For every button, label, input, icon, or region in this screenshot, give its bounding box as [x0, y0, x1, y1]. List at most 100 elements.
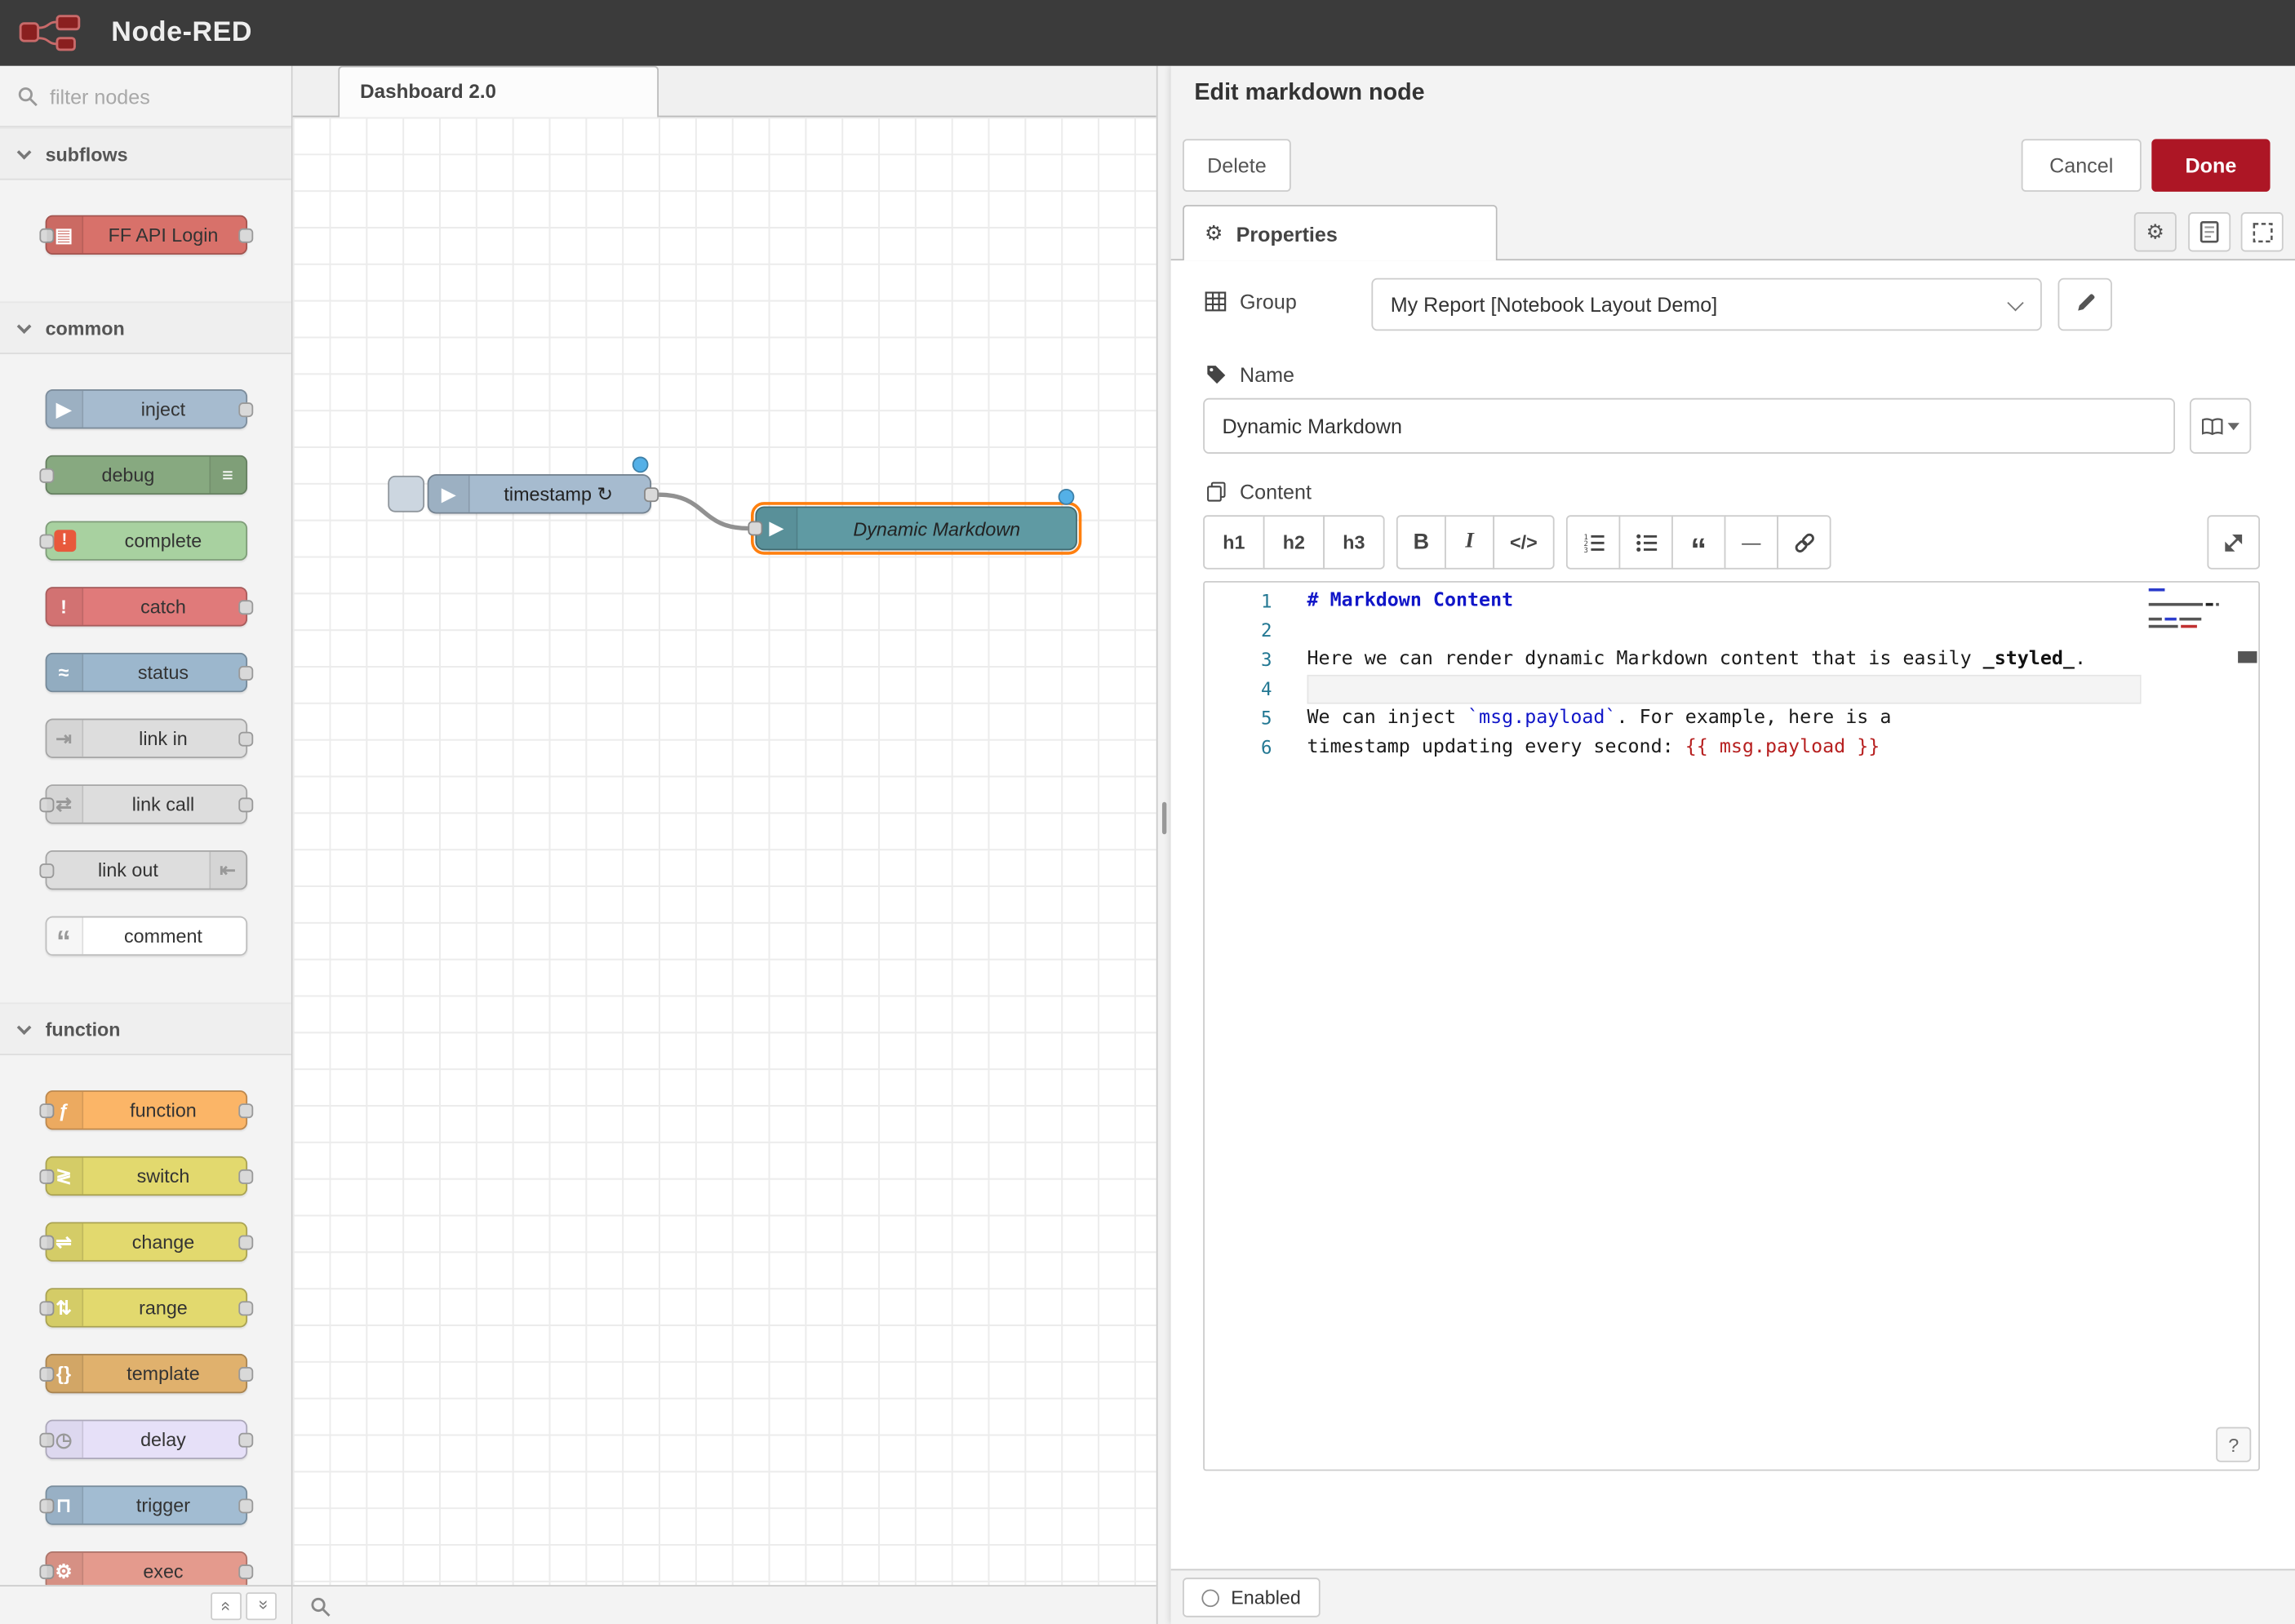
- link-in-icon: ⇥: [46, 720, 82, 757]
- palette-node-debug[interactable]: ≡ debug: [45, 455, 246, 495]
- typed-input-type-button[interactable]: [2190, 398, 2251, 454]
- done-button[interactable]: Done: [2151, 139, 2270, 192]
- minimap[interactable]: [2149, 588, 2234, 632]
- palette-search-input[interactable]: [50, 84, 255, 108]
- flow-node-timestamp[interactable]: ▶ timestamp ↻: [428, 474, 651, 513]
- palette-node-link-out[interactable]: ⇤ link out: [45, 850, 246, 890]
- md-b-button[interactable]: B: [1396, 515, 1446, 569]
- flow-node-dynamic-markdown[interactable]: ▶ Dynamic Markdown: [755, 507, 1077, 551]
- horizontal-rule-button[interactable]: —: [1725, 515, 1778, 569]
- node-palette: subflows ▤ FF API Login common ▶ inject …: [0, 66, 293, 1624]
- line-number[interactable]: 5: [1205, 704, 1272, 734]
- line-number[interactable]: 4: [1205, 675, 1272, 704]
- palette-search[interactable]: [0, 66, 291, 127]
- palette-node-switch[interactable]: ≷ switch: [45, 1156, 246, 1196]
- flow-canvas[interactable]: ▶ timestamp ↻ ▶ Dynamic Markdown: [293, 117, 1156, 1585]
- markdown-widget-icon: ▶: [757, 508, 797, 548]
- palette-node-delay[interactable]: ◷ delay: [45, 1420, 246, 1459]
- node-output-port: [237, 665, 252, 680]
- delete-button[interactable]: Delete: [1183, 139, 1291, 192]
- palette-node-status[interactable]: ≈ status: [45, 653, 246, 692]
- enabled-toggle-button[interactable]: Enabled: [1183, 1577, 1320, 1617]
- toolbar-gap: [1555, 515, 1566, 569]
- palette-node-link-in[interactable]: ⇥ link in: [45, 719, 246, 758]
- palette-category-subflows[interactable]: subflows: [0, 127, 291, 180]
- palette-node-link-call[interactable]: ⇄ link call: [45, 784, 246, 823]
- markdown-editor[interactable]: 1# Markdown Content23Here we can render …: [1203, 581, 2260, 1471]
- palette-node-trigger[interactable]: ⊓ trigger: [45, 1485, 246, 1524]
- palette-node-catch[interactable]: ! catch: [45, 587, 246, 626]
- tab-properties[interactable]: ⚙ Properties: [1183, 205, 1498, 260]
- zoom-search-button[interactable]: [303, 1591, 338, 1622]
- expand-all-button[interactable]: «: [246, 1591, 277, 1619]
- status-icon: ≈: [46, 654, 82, 691]
- template-icon: {}: [46, 1356, 82, 1392]
- inject-trigger-button[interactable]: [388, 476, 424, 512]
- chevron-down-icon: [17, 1019, 32, 1034]
- palette-categories: subflows ▤ FF API Login common ▶ inject …: [0, 127, 291, 1585]
- blockquote-button[interactable]: “: [1671, 515, 1725, 569]
- inject-icon: ▶: [428, 476, 469, 512]
- tab-dashboard-2.0[interactable]: Dashboard 2.0: [338, 66, 659, 118]
- node-appearance-button[interactable]: [2241, 212, 2284, 251]
- toolbar-gap: [1385, 515, 1396, 569]
- editor-help-button[interactable]: ?: [2216, 1427, 2251, 1462]
- palette-category: subflows ▤ FF API Login: [0, 127, 291, 301]
- group-select[interactable]: My Report [Notebook Layout Demo]: [1371, 278, 2041, 331]
- node-output-port: [237, 1564, 252, 1578]
- delay-icon: ◷: [46, 1421, 82, 1458]
- code-line: timestamp updating every second: {{ msg.…: [1307, 733, 2142, 762]
- node-output-port: [237, 1366, 252, 1381]
- link-button[interactable]: [1777, 515, 1831, 569]
- line-number[interactable]: 2: [1205, 616, 1272, 646]
- palette-category-list: ƒ function ≷ switch ⇌ change ⇅ range {} …: [0, 1055, 291, 1585]
- unordered-list-icon: [1634, 530, 1658, 554]
- line-number[interactable]: 1: [1205, 587, 1272, 616]
- link-call-icon: ⇄: [46, 786, 82, 823]
- workspace: Dashboard 2.0 ▶ timestamp ↻ ▶ Dynamic Ma…: [293, 66, 1156, 1624]
- collapse-all-button[interactable]: «: [211, 1591, 242, 1619]
- gear-icon: ⚙: [2146, 220, 2165, 244]
- edit-group-button[interactable]: [2058, 278, 2112, 331]
- palette-node-function[interactable]: ƒ function: [45, 1090, 246, 1129]
- md--button[interactable]: </>: [1493, 515, 1554, 569]
- palette-category-list: ▶ inject ≡ debug ! complete ! catch ≈ st…: [0, 354, 291, 1002]
- function-icon: ƒ: [46, 1092, 82, 1129]
- line-number[interactable]: 6: [1205, 733, 1272, 762]
- palette-category-common[interactable]: common: [0, 301, 291, 354]
- node-output-port: [237, 599, 252, 614]
- node-output-port[interactable]: [644, 486, 659, 501]
- md-h1-button[interactable]: h1: [1203, 515, 1264, 569]
- node-input-port[interactable]: [748, 521, 762, 535]
- palette-node-template[interactable]: {} template: [45, 1354, 246, 1393]
- palette-node-exec[interactable]: ⚙ exec: [45, 1551, 246, 1585]
- link-out-icon: ⇤: [209, 852, 246, 889]
- node-description-button[interactable]: [2188, 212, 2231, 251]
- palette-node-complete[interactable]: ! complete: [45, 521, 246, 560]
- editor-line: 1# Markdown Content: [1205, 587, 2142, 616]
- cancel-button[interactable]: Cancel: [2022, 139, 2142, 192]
- node-input-port: [39, 863, 54, 877]
- wire[interactable]: [659, 495, 748, 528]
- palette-node-change[interactable]: ⇌ change: [45, 1222, 246, 1261]
- group-grid-icon: [1203, 291, 1227, 312]
- line-number[interactable]: 3: [1205, 646, 1272, 675]
- palette-node-inject[interactable]: ▶ inject: [45, 389, 246, 428]
- header-bar: Node-RED: [0, 0, 2295, 66]
- svg-text:3: 3: [1583, 546, 1587, 554]
- palette-node-range[interactable]: ⇅ range: [45, 1288, 246, 1327]
- palette-node-ff-api-login[interactable]: ▤ FF API Login: [45, 215, 246, 255]
- ordered-list-button[interactable]: 123: [1566, 515, 1620, 569]
- md-i-button[interactable]: I: [1445, 515, 1494, 569]
- tray-resizer[interactable]: [1156, 66, 1171, 1624]
- md-h3-button[interactable]: h3: [1323, 515, 1384, 569]
- palette-node-comment[interactable]: “ comment: [45, 916, 246, 956]
- palette-category-function[interactable]: function: [0, 1002, 291, 1055]
- comment-icon: “: [46, 917, 82, 954]
- expand-editor-button[interactable]: [2207, 515, 2260, 569]
- unordered-list-button[interactable]: [1619, 515, 1673, 569]
- md-h2-button[interactable]: h2: [1263, 515, 1325, 569]
- node-settings-button[interactable]: ⚙: [2134, 212, 2177, 251]
- content-label: Content: [1203, 480, 1312, 504]
- name-input[interactable]: [1203, 398, 2175, 454]
